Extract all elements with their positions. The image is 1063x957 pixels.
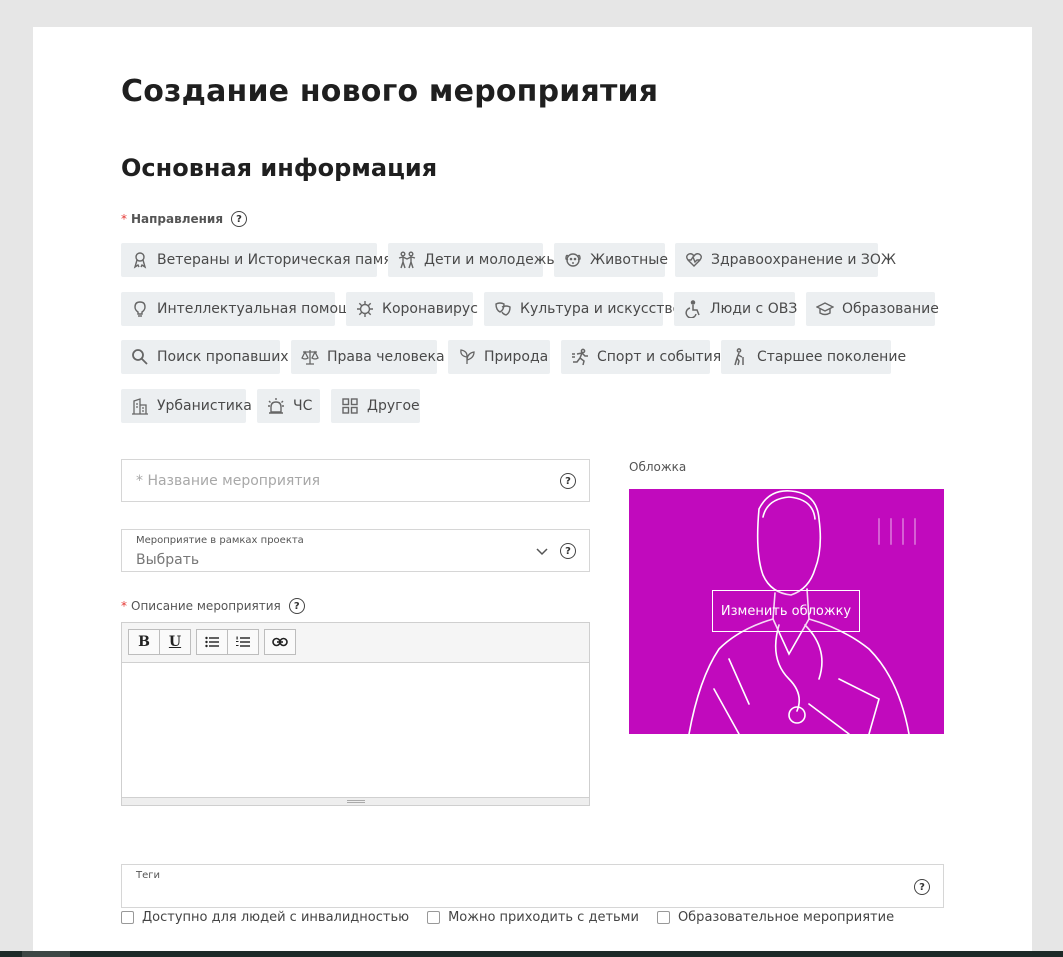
checkbox-accessible[interactable]: Доступно для людей с инвалидностью [121,910,409,925]
direction-chip-emergency[interactable]: ЧС [257,389,320,423]
search-icon [132,349,148,365]
checkbox-label: Доступно для людей с инвалидностью [142,910,410,925]
checkbox-label: Можно приходить с детьми [448,910,639,925]
heart-pulse-icon [686,253,702,267]
chevron-down-icon [536,548,548,556]
direction-chip-veterans[interactable]: Ветераны и Историческая память [121,243,408,277]
direction-chip-education[interactable]: Образование [806,292,939,326]
link-button[interactable] [264,629,296,655]
direction-chip-other[interactable]: Другое [331,389,420,423]
children-icon [398,251,416,269]
change-cover-button[interactable]: Изменить обложку [712,590,860,632]
help-icon[interactable]: ? [288,598,305,614]
help-icon[interactable]: ? [231,211,248,227]
options-checkboxes: Доступно для людей с инвалидностью Можно… [121,910,912,925]
direction-label: Культура и искусство [520,301,682,317]
direction-chip-disabled[interactable]: Люди с ОВЗ [674,292,798,326]
direction-label: Урбанистика [157,398,252,414]
direction-chip-sport[interactable]: Спорт и события [561,340,721,374]
editor-toolbar: B U [122,623,589,663]
checkbox-box[interactable] [121,911,134,924]
cover-image: Изменить обложку [629,489,944,734]
event-name-placeholder: * Название мероприятия [136,473,321,489]
direction-label: Люди с ОВЗ [710,301,798,317]
direction-chip-children[interactable]: Дети и молодежь [388,243,555,277]
direction-chip-elderly[interactable]: Старшее поколение [721,340,906,374]
direction-label: Дети и молодежь [424,252,555,268]
bullet-list-icon [205,636,219,648]
underline-button[interactable]: U [159,629,191,655]
project-select[interactable]: Мероприятие в рамках проекта Выбрать ? [121,529,590,572]
runner-icon [572,348,588,366]
project-select-label: Мероприятие в рамках проекта [136,535,304,546]
bottom-bar [0,951,1063,957]
tags-field[interactable]: Теги ? [121,864,944,908]
dog-icon [565,253,581,267]
checkbox-box[interactable] [427,911,441,924]
virus-icon [357,301,373,317]
direction-label: Животные [590,252,668,268]
help-icon[interactable]: ? [914,879,930,895]
bullet-list-button[interactable] [196,629,228,655]
checkbox-educational[interactable]: Образовательное мероприятие [656,910,895,925]
required-mark: * [121,599,127,613]
editor-resize-handle[interactable] [122,797,589,805]
directions-label-text: Направления [131,212,224,226]
direction-chip-intellectual[interactable]: Интеллектуальная помощь [121,292,359,326]
direction-label: Коронавирус [382,301,478,317]
leaf-icon [460,349,475,364]
direction-label: Старшее поколение [757,349,907,365]
grid-icon [342,398,358,414]
direction-label: Образование [842,301,939,317]
event-name-field[interactable]: * Название мероприятия ? [121,459,590,502]
lightbulb-icon [134,301,146,317]
ribbon-icon [133,252,147,269]
direction-chip-culture[interactable]: Культура и искусство [484,292,681,326]
description-label-text: Описание мероприятия [131,599,281,613]
required-mark: * [121,212,127,226]
numbered-list-button[interactable] [227,629,259,655]
masks-icon [495,302,511,316]
help-icon[interactable]: ? [560,473,576,489]
checkbox-box[interactable] [656,911,670,924]
tags-label: Теги [136,870,161,881]
page-title: Создание нового мероприятия [121,74,659,109]
direction-label: Природа [484,349,549,365]
direction-chip-search[interactable]: Поиск пропавших [121,340,289,374]
direction-chip-urban[interactable]: Урбанистика [121,389,252,423]
checkbox-with-children[interactable]: Можно приходить с детьми [427,910,639,925]
buildings-icon [132,398,148,415]
graduation-cap-icon [816,302,834,316]
direction-chip-health[interactable]: Здравоохранение и ЗОЖ [675,243,896,277]
section-title: Основная информация [121,154,438,182]
direction-chip-rights[interactable]: Права человека [291,340,445,374]
cover-label: Обложка [629,460,687,474]
direction-chip-animals[interactable]: Животные [554,243,668,277]
direction-label: Здравоохранение и ЗОЖ [711,252,896,268]
direction-label: ЧС [293,398,313,414]
siren-icon [268,398,284,414]
direction-label: Другое [367,398,420,414]
direction-label: Поиск пропавших [157,349,289,365]
numbered-list-icon [236,636,250,647]
direction-label: Права человека [327,349,445,365]
direction-chip-coronavirus[interactable]: Коронавирус [346,292,478,326]
link-icon [272,637,288,647]
help-icon[interactable]: ? [560,543,576,559]
bold-button[interactable]: B [128,629,160,655]
project-select-value: Выбрать [136,552,200,568]
elder-icon [734,348,744,366]
direction-label: Спорт и события [597,349,722,365]
description-editor[interactable]: B U [121,622,590,806]
checkbox-label: Образовательное мероприятие [677,910,895,925]
resize-grip [347,800,365,803]
description-label: * Описание мероприятия ? [121,598,305,614]
scales-icon [301,350,319,365]
direction-label: Интеллектуальная помощь [157,301,360,317]
directions-label: * Направления ? [121,211,248,227]
wheelchair-icon [685,300,700,318]
direction-chip-nature[interactable]: Природа [448,340,550,374]
direction-label: Ветераны и Историческая память [157,252,409,268]
bottom-bar-segment [22,951,70,957]
